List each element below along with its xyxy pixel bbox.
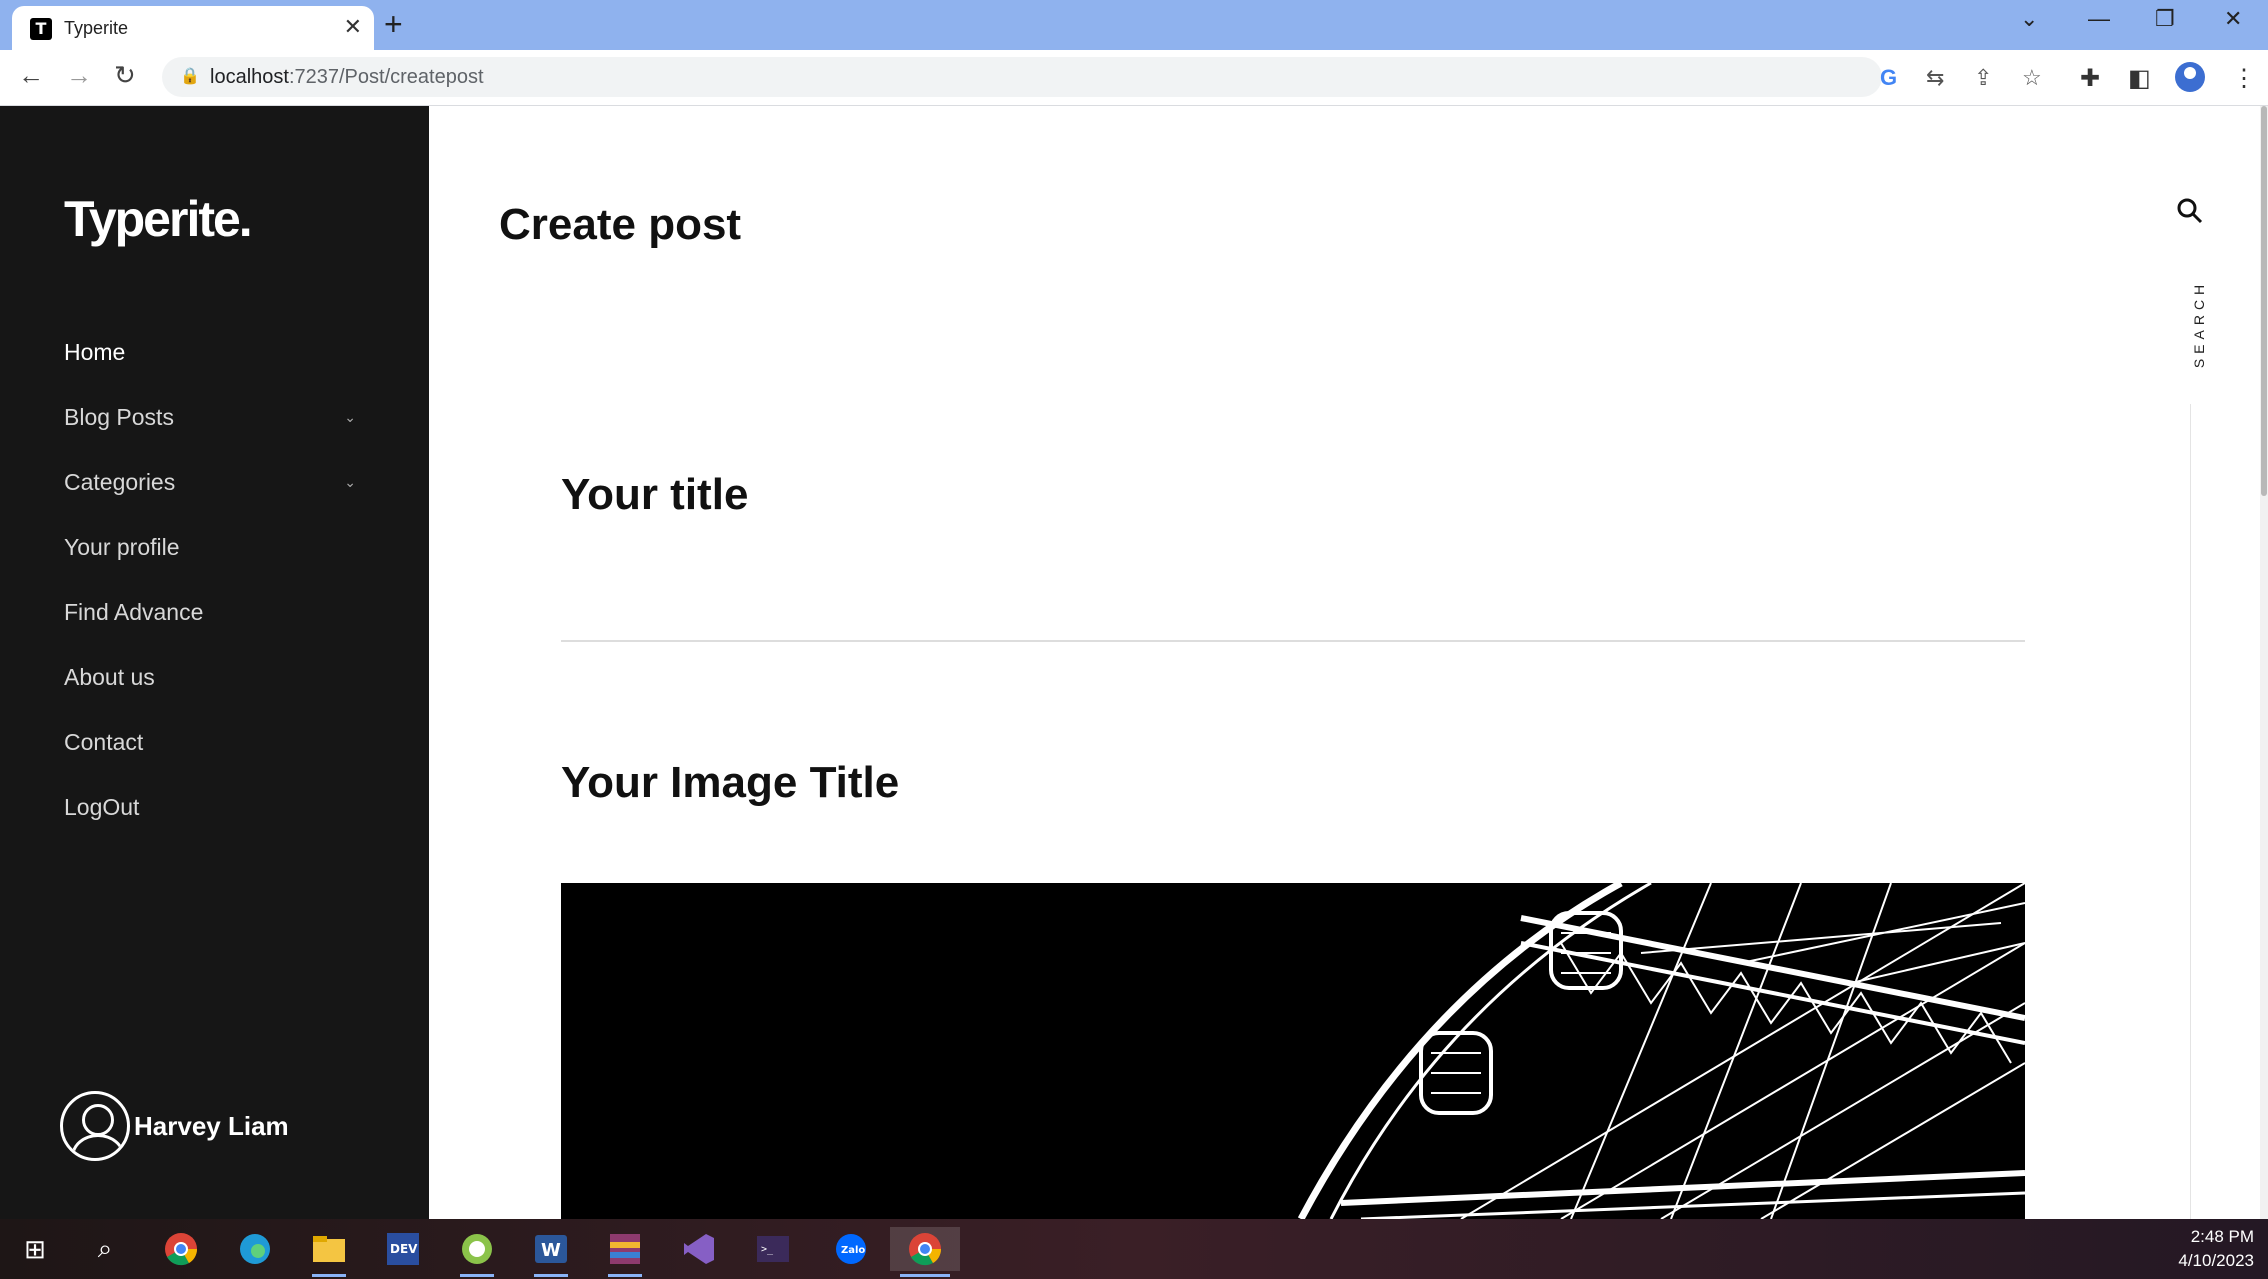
svg-text:>_: >_ — [761, 1244, 774, 1255]
file-explorer-icon[interactable] — [306, 1227, 352, 1277]
sidebar-item-categories[interactable]: Categories ⌄ — [64, 450, 364, 515]
user-name: Harvey Liam — [134, 1110, 289, 1141]
sidebar-item-label: LogOut — [64, 794, 140, 820]
url-text[interactable]: localhost:7237/Post/createpost — [210, 66, 484, 89]
search-icon[interactable] — [2175, 196, 2205, 226]
sidebar-item-contact[interactable]: Contact — [64, 710, 364, 775]
page-scrollbar[interactable] — [2260, 106, 2268, 1219]
chevron-down-icon[interactable]: ⌄ — [344, 409, 356, 426]
tab-favicon-icon: T — [30, 18, 52, 40]
translate-icon[interactable]: ⇆ — [1926, 65, 1944, 91]
winrar-icon[interactable] — [602, 1227, 648, 1277]
close-window-button[interactable]: ✕ — [2224, 6, 2242, 32]
browser-toolbar: ← → ↻ 🔒 localhost:7237/Post/createpost G… — [0, 50, 2268, 106]
browser-menu-icon[interactable]: ⋮ — [2232, 64, 2256, 93]
svg-text:Zalo: Zalo — [841, 1245, 865, 1256]
sidebar-item-find-advance[interactable]: Find Advance — [64, 580, 364, 645]
sidebar-item-label: About us — [64, 664, 155, 690]
visual-studio-icon[interactable] — [676, 1227, 722, 1271]
terminal-icon[interactable]: >_ — [750, 1227, 796, 1271]
lock-icon[interactable]: 🔒 — [180, 66, 200, 86]
extensions-puzzle-icon[interactable]: ✚ — [2080, 64, 2100, 93]
reload-icon[interactable]: ↻ — [114, 60, 136, 91]
sidebar-item-label: Categories — [64, 469, 176, 495]
scrollbar-thumb[interactable] — [2261, 106, 2267, 496]
windows-taskbar: ⊞ ⌕ DEV W >_ Zalo 2:48 PM 4/10/2023 — [0, 1219, 2268, 1279]
chevron-down-icon[interactable]: ⌄ — [344, 474, 356, 491]
sidebar-item-home[interactable]: Home — [64, 320, 364, 385]
sidebar-item-label: Find Advance — [64, 599, 204, 625]
bookmark-star-icon[interactable]: ☆ — [2022, 65, 2042, 91]
chrome-icon[interactable] — [158, 1227, 204, 1271]
main-content: Create post Your title Your Image Title — [429, 106, 2260, 1219]
windows-start-icon[interactable]: ⊞ — [12, 1227, 58, 1271]
devcpp-icon[interactable]: DEV — [380, 1227, 426, 1271]
sidebar-item-label: Your profile — [64, 534, 180, 560]
system-clock[interactable]: 2:48 PM 4/10/2023 — [2178, 1225, 2254, 1273]
browser-tab[interactable]: T Typerite ✕ — [12, 6, 374, 50]
browser-tabstrip: T Typerite ✕ + ⌄ — ❐ ✕ — [0, 0, 2268, 50]
profile-avatar-icon[interactable] — [2175, 62, 2205, 92]
share-icon[interactable]: ⇪ — [1974, 65, 1992, 91]
search-icon[interactable]: ⌕ — [82, 1227, 128, 1271]
site-logo[interactable]: Typerite. — [64, 190, 253, 248]
tab-title: Typerite — [64, 18, 129, 38]
sidebar-item-your-profile[interactable]: Your profile — [64, 515, 364, 580]
sidebar: Typerite. Home Blog Posts ⌄ Categories ⌄… — [0, 106, 429, 1219]
post-image-preview[interactable] — [561, 883, 2025, 1219]
user-avatar-icon — [60, 1091, 130, 1161]
new-tab-button[interactable]: + — [384, 6, 403, 43]
app-green-icon[interactable] — [454, 1227, 500, 1277]
sidebar-item-blog-posts[interactable]: Blog Posts ⌄ — [64, 385, 364, 450]
minimize-button[interactable]: — — [2088, 6, 2110, 32]
page-title: Create post — [499, 200, 742, 249]
tab-close-icon[interactable]: ✕ — [344, 14, 362, 40]
sidebar-item-logout[interactable]: LogOut — [64, 775, 364, 840]
edge-icon[interactable] — [232, 1227, 278, 1271]
clock-date: 4/10/2023 — [2178, 1251, 2254, 1270]
ferris-wheel-image — [561, 883, 2025, 1219]
chrome-active-icon[interactable] — [890, 1227, 960, 1277]
sidebar-item-label: Home — [64, 339, 126, 365]
svg-text:DEV: DEV — [390, 1242, 418, 1256]
search-label[interactable]: SEARCH — [2191, 280, 2207, 368]
sidebar-item-label: Contact — [64, 729, 144, 755]
svg-text:W: W — [541, 1240, 561, 1261]
title-divider — [561, 640, 2025, 642]
forward-arrow-icon[interactable]: → — [66, 60, 92, 91]
tab-search-chevron-icon[interactable]: ⌄ — [2020, 6, 2038, 32]
title-input[interactable]: Your title — [561, 470, 748, 520]
sidebar-item-label: Blog Posts — [64, 404, 174, 430]
image-title-input[interactable]: Your Image Title — [561, 758, 899, 808]
restore-button[interactable]: ❐ — [2155, 6, 2175, 32]
google-icon[interactable]: G — [1880, 65, 1897, 91]
clock-time: 2:48 PM — [2190, 1227, 2254, 1246]
word-icon[interactable]: W — [528, 1227, 574, 1277]
sidebar-nav: Home Blog Posts ⌄ Categories ⌄ Your prof… — [64, 320, 364, 840]
address-bar[interactable]: 🔒 localhost:7237/Post/createpost G ⇆ ⇪ ☆ — [162, 57, 2042, 97]
side-panel-icon[interactable]: ◧ — [2128, 64, 2151, 93]
zalo-icon[interactable]: Zalo — [828, 1227, 874, 1271]
user-profile[interactable]: Harvey Liam — [60, 1091, 289, 1161]
sidebar-item-about-us[interactable]: About us — [64, 645, 364, 710]
back-arrow-icon[interactable]: ← — [18, 60, 44, 91]
search-divider-line — [2190, 404, 2191, 1219]
